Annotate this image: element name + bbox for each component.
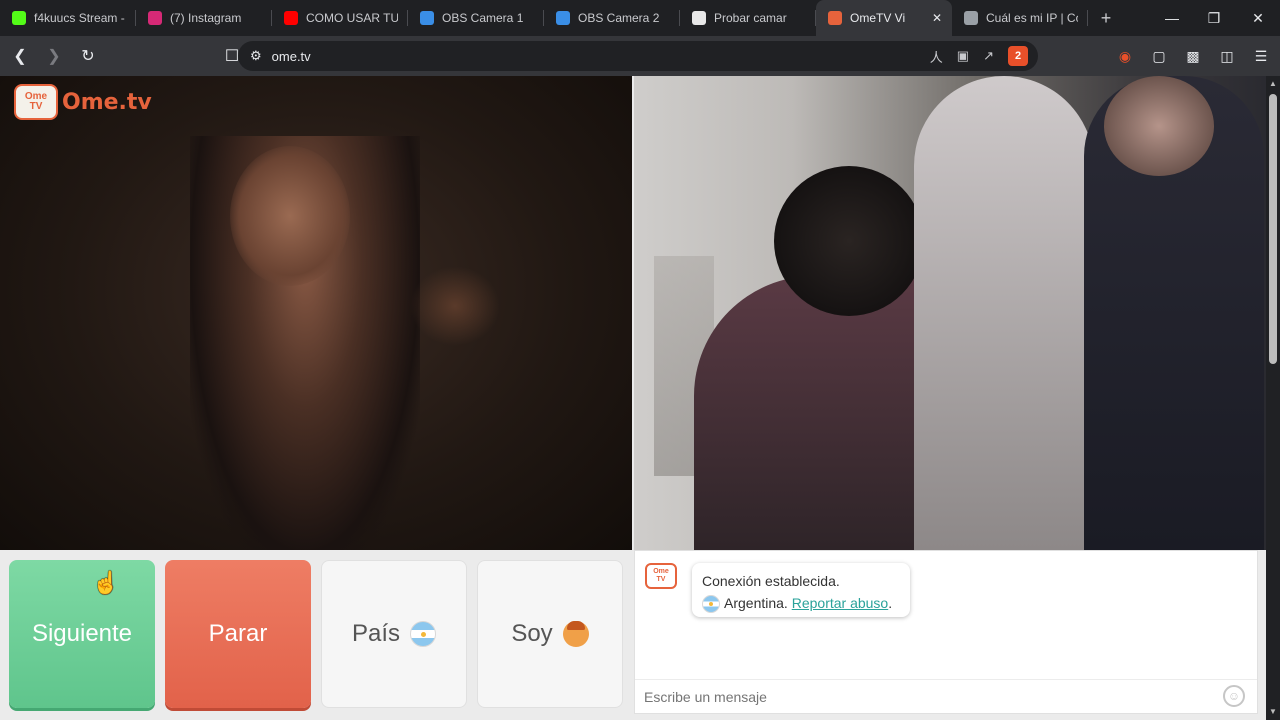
scrollbar-thumb[interactable] [1269, 94, 1277, 364]
remote-video [634, 76, 1266, 550]
kick-icon [12, 11, 26, 25]
tab-strip: f4kuucs Stream - (7) Instagram COMO USAR … [0, 0, 1280, 36]
tab-title: OBS Camera 2 [578, 11, 660, 25]
camera-icon [692, 11, 706, 25]
argentina-flag-icon [410, 621, 437, 647]
ometv-chat-logo-icon: Ome TV [645, 563, 677, 589]
scroll-up-icon[interactable]: ▲ [1269, 80, 1277, 88]
local-video: Ome TV Ome.tv [0, 76, 632, 550]
gender-button[interactable]: Soy [477, 560, 623, 708]
remote-person-2 [914, 76, 1094, 550]
brand-name: Ome.tv [62, 89, 152, 115]
brave-rewards-icon[interactable]: ◉ [1114, 48, 1136, 65]
wallet-icon[interactable]: ▩ [1182, 48, 1204, 65]
obs-icon [556, 11, 570, 25]
forward-icon[interactable]: ❯ [40, 42, 68, 70]
tab-title: Probar camar [714, 11, 787, 25]
browser-tab[interactable]: OBS Camera 1 [408, 0, 544, 36]
remote-head-3 [1104, 76, 1214, 176]
message-input-bar: ☺ [635, 679, 1257, 713]
stop-button[interactable]: Parar [165, 560, 311, 708]
tab-title: Cuál es mi IP | Có [986, 11, 1078, 25]
report-abuse-link[interactable]: Reportar abuso [792, 595, 889, 611]
browser-tab[interactable]: Probar camar [680, 0, 816, 36]
site-info-icon[interactable]: ⚙ [250, 48, 262, 64]
browser-toolbar: ❮ ❯ ↻ ☐ ⚙ ome.tv 人 ▣ ↗ 2 ◉ ▢ ▩ ◫ ☰ [0, 36, 1280, 76]
cast-icon[interactable]: ▣ [957, 48, 969, 64]
ometv-icon [828, 11, 842, 25]
tab-title: OBS Camera 1 [442, 11, 524, 25]
close-tab-icon[interactable]: ✕ [932, 11, 942, 25]
browser-tab[interactable]: OmeTV Vi ✕ [816, 0, 952, 36]
reload-icon[interactable]: ↻ [74, 42, 102, 70]
restore-icon[interactable]: ❐ [1192, 0, 1236, 36]
browser-tab[interactable]: COMO USAR TU C [272, 0, 408, 36]
page-scrollbar[interactable]: ▲ ▼ [1266, 76, 1280, 720]
argentina-flag-icon [702, 595, 720, 614]
browser-tab[interactable]: Cuál es mi IP | Có [952, 0, 1088, 36]
tab-title: f4kuucs Stream - [34, 11, 125, 25]
close-window-icon[interactable]: ✕ [1236, 0, 1280, 36]
browser-tab[interactable]: f4kuucs Stream - [0, 0, 136, 36]
obs-icon [420, 11, 434, 25]
pointer-cursor-icon: ☝ [92, 570, 120, 595]
brave-shields-icon[interactable]: 2 [1008, 46, 1028, 66]
chat-controls: Siguiente Parar País Soy ☝ [0, 550, 634, 720]
system-message: Conexión establecida. Argentina. Reporta… [692, 563, 910, 617]
scroll-down-icon[interactable]: ▼ [1269, 708, 1277, 716]
browser-tab[interactable]: (7) Instagram [136, 0, 272, 36]
connection-status: Conexión establecida. [702, 573, 840, 589]
tv-logo-icon: Ome TV [14, 84, 58, 120]
remote-head-1 [774, 166, 924, 316]
browser-tab[interactable]: OBS Camera 2 [544, 0, 680, 36]
message-input[interactable] [644, 688, 1204, 705]
emoji-icon[interactable]: ☺ [1223, 685, 1245, 707]
ometv-page: Ome TV Ome.tv Siguiente Parar País Soy ☝ … [0, 76, 1266, 720]
share-icon[interactable]: ↗ [983, 48, 994, 64]
tab-title: COMO USAR TU C [306, 11, 398, 25]
youtube-icon [284, 11, 298, 25]
address-bar[interactable]: ⚙ ome.tv 人 ▣ ↗ 2 [238, 41, 1038, 71]
instagram-icon [148, 11, 162, 25]
sidebar-icon[interactable]: ◫ [1216, 48, 1238, 65]
translate-icon[interactable]: 人 [930, 47, 943, 66]
minimize-icon[interactable]: — [1150, 0, 1194, 36]
menu-icon[interactable]: ☰ [1250, 48, 1272, 65]
globe-icon [964, 11, 978, 25]
tab-separator [1087, 10, 1088, 26]
extensions-icon[interactable]: ▢ [1148, 48, 1170, 65]
local-face [230, 146, 350, 286]
tab-title: OmeTV Vi [850, 11, 906, 25]
ometv-logo: Ome TV Ome.tv [14, 84, 152, 120]
new-tab-icon[interactable]: + [1092, 4, 1120, 32]
url-text[interactable]: ome.tv [272, 49, 311, 64]
partner-country-line: Argentina. Reportar abuso. [702, 592, 900, 614]
boy-avatar-icon [562, 621, 589, 647]
chat-panel: Ome TV Conexión establecida. Argentina. R… [634, 550, 1258, 714]
back-icon[interactable]: ❮ [6, 42, 34, 70]
wall-decoration [410, 266, 500, 346]
next-button[interactable]: Siguiente [9, 560, 155, 708]
country-button[interactable]: País [321, 560, 467, 708]
tab-title: (7) Instagram [170, 11, 242, 25]
